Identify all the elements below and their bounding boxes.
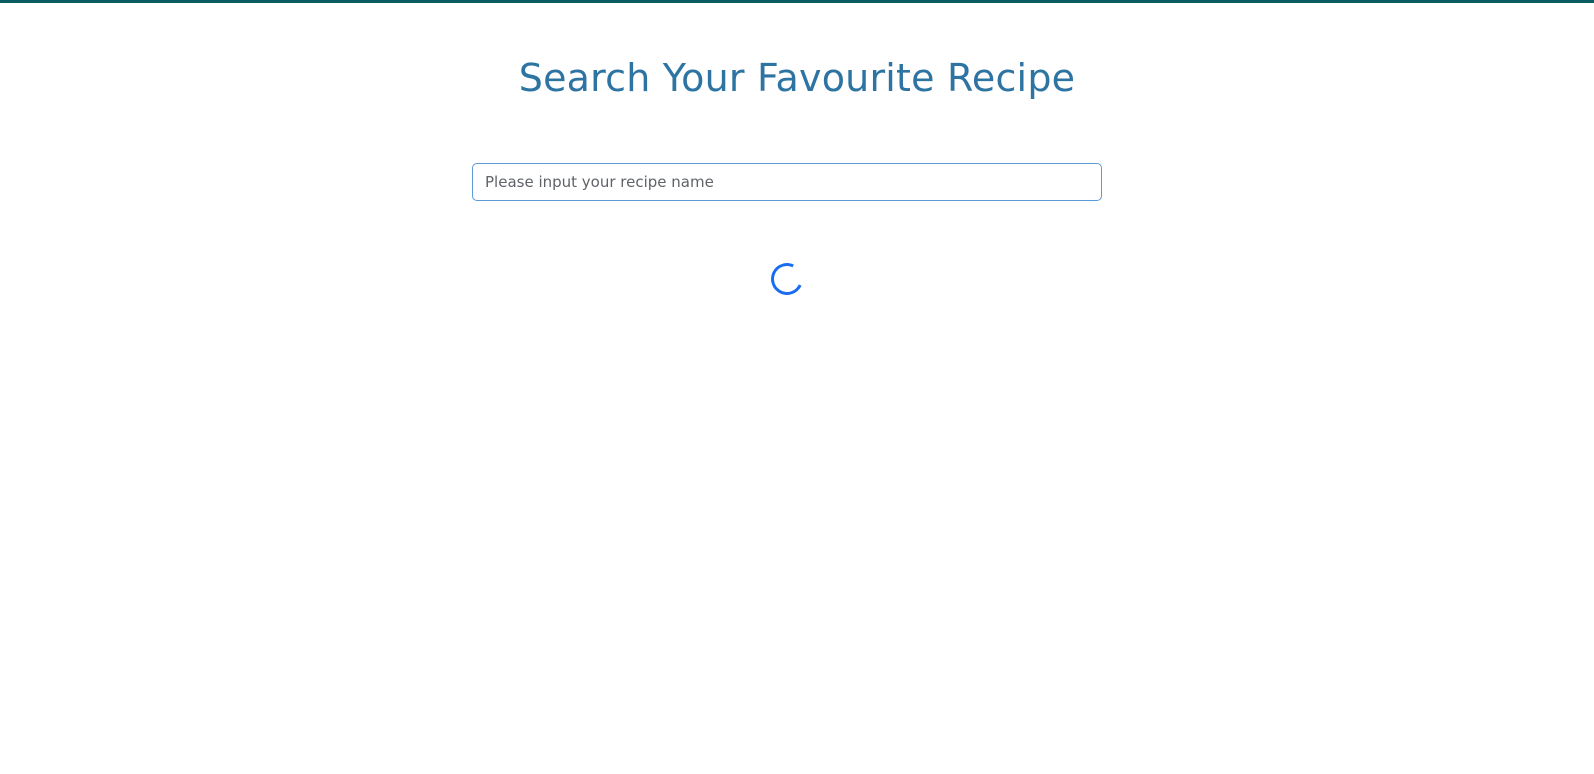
- spinner-icon: [766, 258, 808, 300]
- search-container: [472, 163, 1102, 201]
- page-title: Search Your Favourite Recipe: [518, 56, 1076, 100]
- recipe-search-page: Search Your Favourite Recipe: [0, 0, 1594, 774]
- recipe-search-input[interactable]: [472, 163, 1102, 201]
- loading-indicator: [766, 258, 808, 300]
